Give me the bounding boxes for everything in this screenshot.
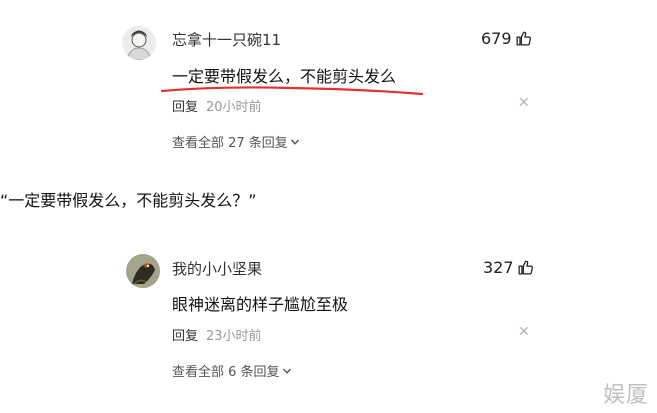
thumbs-up-icon — [515, 30, 532, 47]
avatar[interactable] — [126, 254, 160, 288]
close-icon[interactable]: ✕ — [518, 95, 530, 111]
comment-text: 眼神迷离的样子尴尬至极 — [172, 295, 349, 314]
comment-time: 20小时前 — [206, 100, 262, 115]
view-all-replies-link[interactable]: 查看全部 6 条回复 — [172, 361, 292, 380]
avatar[interactable] — [122, 26, 156, 60]
view-all-label: 查看全部 6 条回复 — [172, 365, 280, 380]
comment-time: 23小时前 — [206, 329, 262, 344]
view-all-label: 查看全部 27 条回复 — [172, 136, 288, 151]
comment-text: 一定要带假发么，不能剪头发么 — [172, 67, 397, 86]
watermark-logo: 娱厦 — [602, 383, 649, 408]
comment-username[interactable]: 忘拿十一只碗11 — [172, 29, 281, 50]
like-button[interactable]: 679 — [481, 29, 532, 48]
reply-button[interactable]: 回复 — [172, 325, 198, 344]
comment-feed: 忘拿十一只碗11 679 一定要带假发么，不能剪头发么 回复 20小时前 ✕ 查… — [0, 0, 657, 413]
comment-meta: 回复 23小时前 — [172, 325, 262, 344]
like-button[interactable]: 327 — [483, 258, 534, 277]
close-icon[interactable]: ✕ — [518, 324, 530, 340]
chevron-down-icon — [290, 137, 300, 147]
chevron-down-icon — [282, 366, 292, 376]
comment-username[interactable]: 我的小小坚果 — [172, 258, 262, 279]
view-all-replies-link[interactable]: 查看全部 27 条回复 — [172, 132, 300, 151]
article-quote: “一定要带假发么，不能剪头发么？” — [0, 191, 257, 210]
comment-meta: 回复 20小时前 — [172, 96, 262, 115]
like-count: 679 — [481, 29, 512, 48]
like-count: 327 — [483, 258, 514, 277]
reply-button[interactable]: 回复 — [172, 96, 198, 115]
thumbs-up-icon — [517, 259, 534, 276]
